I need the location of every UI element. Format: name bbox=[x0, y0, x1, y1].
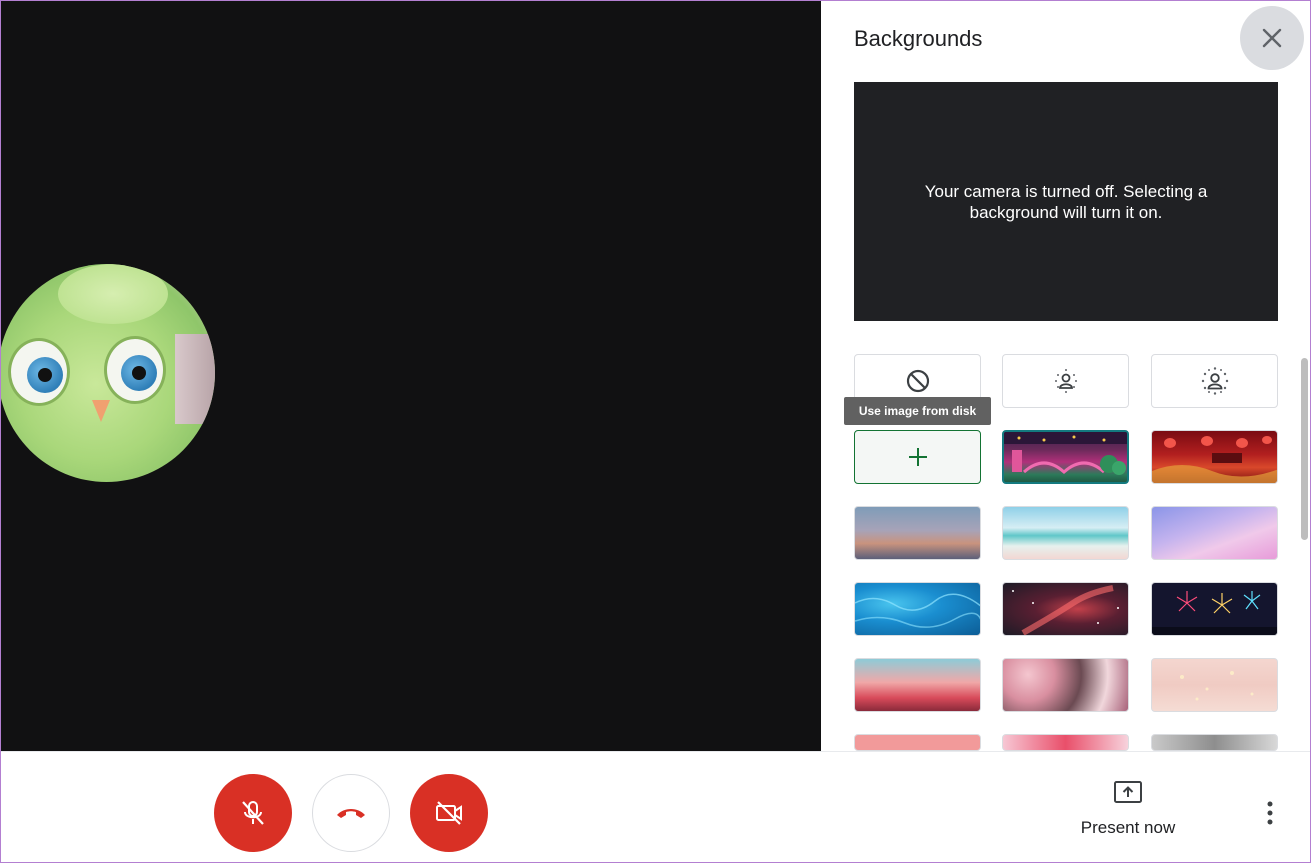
present-now-button[interactable]: Present now bbox=[1068, 780, 1188, 840]
night-garden-art bbox=[1004, 432, 1127, 475]
avatar-right-eye bbox=[104, 336, 166, 404]
background-confetti[interactable] bbox=[1002, 734, 1129, 751]
more-options-button[interactable] bbox=[1256, 798, 1284, 828]
close-button[interactable] bbox=[1240, 6, 1304, 70]
add-background-button[interactable] bbox=[854, 430, 981, 484]
background-fireworks[interactable] bbox=[1151, 582, 1278, 636]
panel-title: Backgrounds bbox=[854, 26, 983, 51]
present-now-label: Present now bbox=[1080, 818, 1176, 837]
close-icon bbox=[1262, 28, 1282, 48]
avatar-background-detail bbox=[175, 334, 215, 424]
background-gray-interior[interactable] bbox=[1151, 734, 1278, 751]
camera-preview: Your camera is turned off. Selecting a b… bbox=[854, 82, 1278, 321]
red-lanterns-art bbox=[1152, 436, 1277, 483]
background-beach[interactable] bbox=[1002, 506, 1129, 560]
mic-off-icon bbox=[242, 801, 264, 825]
microphone-toggle-button[interactable] bbox=[214, 774, 292, 852]
background-pink-flowers-sky[interactable] bbox=[854, 658, 981, 712]
background-nebula[interactable] bbox=[1002, 582, 1129, 636]
background-pink-clouds[interactable] bbox=[1151, 506, 1278, 560]
background-red-lanterns[interactable] bbox=[1151, 430, 1278, 484]
tooltip: Use image from disk bbox=[844, 397, 991, 425]
hang-up-icon bbox=[337, 809, 365, 818]
plus-icon bbox=[908, 448, 927, 466]
avatar-left-eye bbox=[8, 338, 70, 406]
panel-scrollbar[interactable] bbox=[1301, 358, 1308, 540]
more-vert-icon bbox=[1267, 801, 1273, 825]
slight-blur-option[interactable] bbox=[1002, 354, 1129, 408]
preview-message: Your camera is turned off. Selecting a b… bbox=[924, 181, 1208, 222]
background-pink-pattern[interactable] bbox=[854, 734, 981, 751]
avatar-beak bbox=[92, 400, 110, 422]
backgrounds-panel: Backgrounds Your camera is turned off. S… bbox=[821, 0, 1311, 751]
participant-avatar bbox=[0, 264, 215, 482]
blur-option[interactable] bbox=[1151, 354, 1278, 408]
video-stage bbox=[0, 0, 821, 751]
block-icon bbox=[906, 369, 929, 393]
leave-call-button[interactable] bbox=[312, 774, 390, 852]
fireworks-art bbox=[1152, 591, 1277, 635]
call-controls-bar: Present now bbox=[0, 751, 1311, 863]
background-night-garden[interactable] bbox=[1002, 430, 1129, 484]
bokeh-art bbox=[1180, 671, 1254, 701]
background-sunset-gradient[interactable] bbox=[854, 506, 981, 560]
avatar-tuft bbox=[58, 264, 168, 324]
background-blue-water[interactable] bbox=[854, 582, 981, 636]
background-flower-field[interactable] bbox=[1002, 658, 1129, 712]
nebula-art bbox=[1012, 585, 1119, 635]
blur-person-icon bbox=[1201, 367, 1228, 395]
present-screen-icon bbox=[1114, 781, 1142, 803]
water-ripples-art bbox=[855, 593, 980, 628]
background-pink-bokeh[interactable] bbox=[1151, 658, 1278, 712]
camera-toggle-button[interactable] bbox=[410, 774, 488, 852]
blur-person-icon bbox=[1054, 369, 1077, 393]
camera-off-icon bbox=[436, 801, 462, 825]
